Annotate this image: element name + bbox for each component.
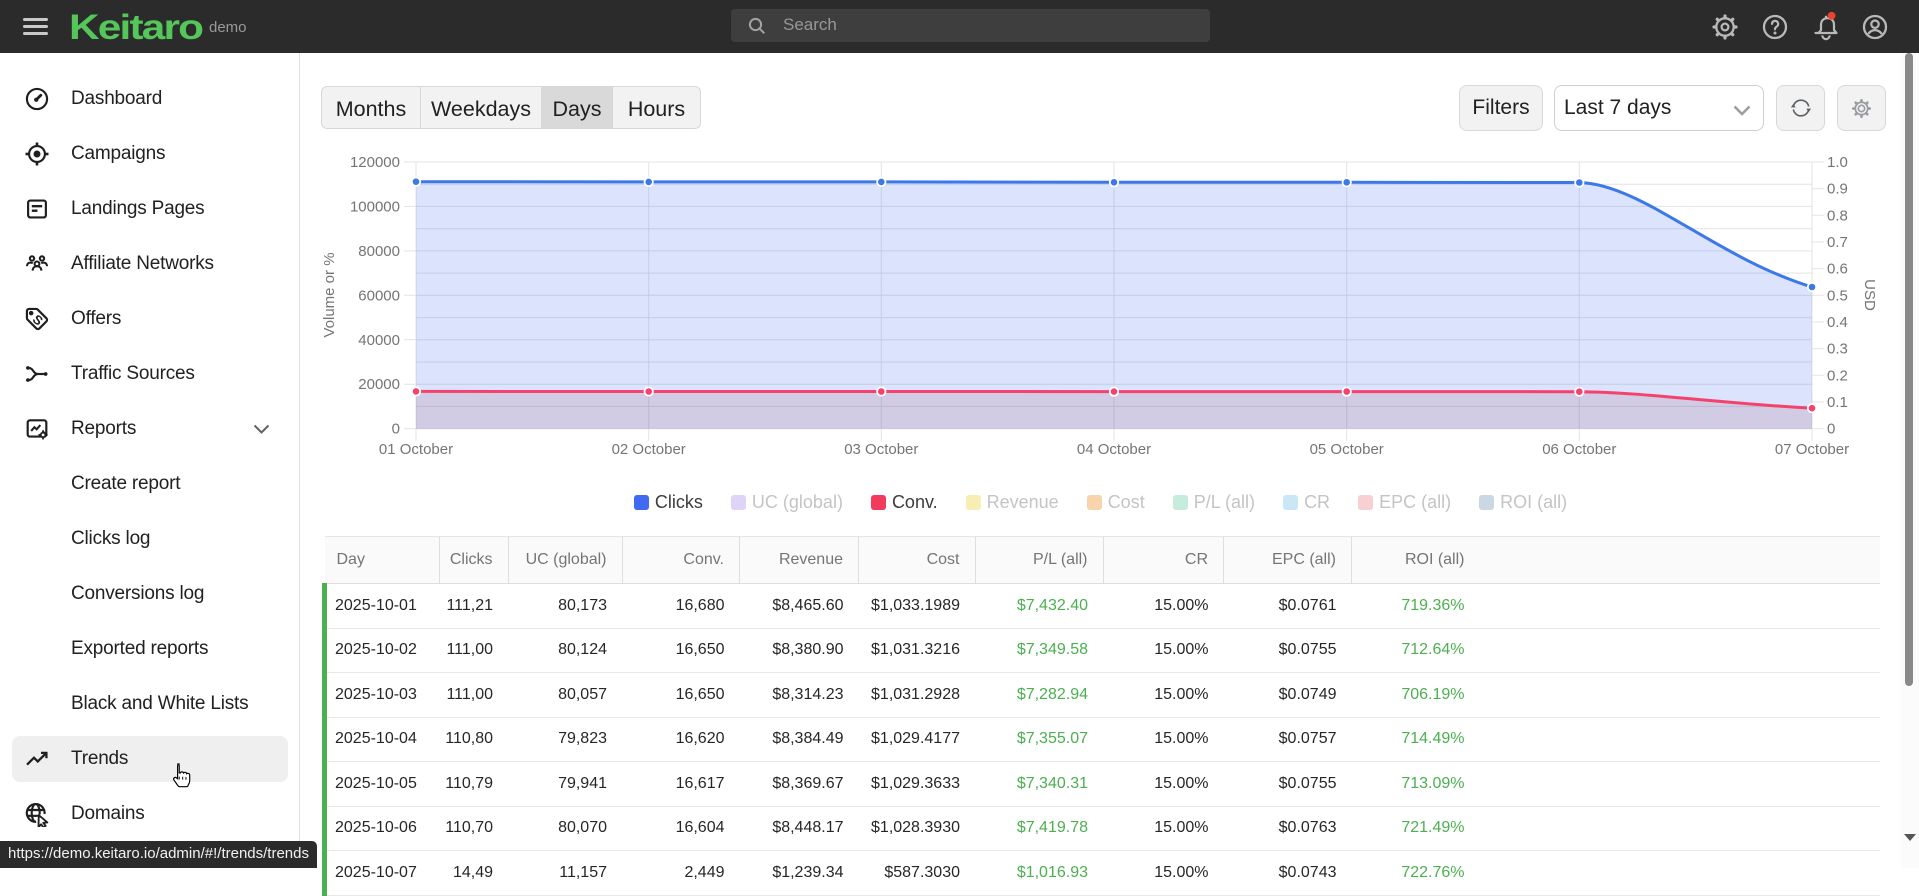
svg-text:0.5: 0.5	[1827, 287, 1848, 304]
svg-text:80000: 80000	[358, 243, 400, 260]
svg-text:07 October: 07 October	[1775, 441, 1849, 458]
svg-text:04 October: 04 October	[1077, 441, 1151, 458]
svg-text:0: 0	[392, 421, 400, 438]
svg-text:0: 0	[1827, 421, 1835, 438]
svg-text:02 October: 02 October	[612, 441, 686, 458]
svg-text:Volume or %: Volume or %	[321, 252, 338, 337]
svg-text:1.0: 1.0	[1827, 154, 1848, 171]
svg-text:01 October: 01 October	[379, 441, 453, 458]
svg-text:0.8: 0.8	[1827, 207, 1848, 224]
svg-text:0.6: 0.6	[1827, 261, 1848, 278]
svg-text:06 October: 06 October	[1542, 441, 1616, 458]
svg-text:40000: 40000	[358, 332, 400, 349]
svg-text:0.1: 0.1	[1827, 394, 1848, 411]
svg-text:20000: 20000	[358, 376, 400, 393]
svg-text:60000: 60000	[358, 287, 400, 304]
svg-text:0.9: 0.9	[1827, 181, 1848, 198]
svg-text:0.2: 0.2	[1827, 367, 1848, 384]
svg-text:0.4: 0.4	[1827, 314, 1848, 331]
svg-text:USD: USD	[1861, 279, 1878, 311]
svg-text:03 October: 03 October	[844, 441, 918, 458]
svg-text:100000: 100000	[350, 198, 400, 215]
svg-text:0.3: 0.3	[1827, 341, 1848, 358]
svg-text:05 October: 05 October	[1310, 441, 1384, 458]
svg-text:120000: 120000	[350, 154, 400, 171]
svg-text:0.7: 0.7	[1827, 234, 1848, 251]
